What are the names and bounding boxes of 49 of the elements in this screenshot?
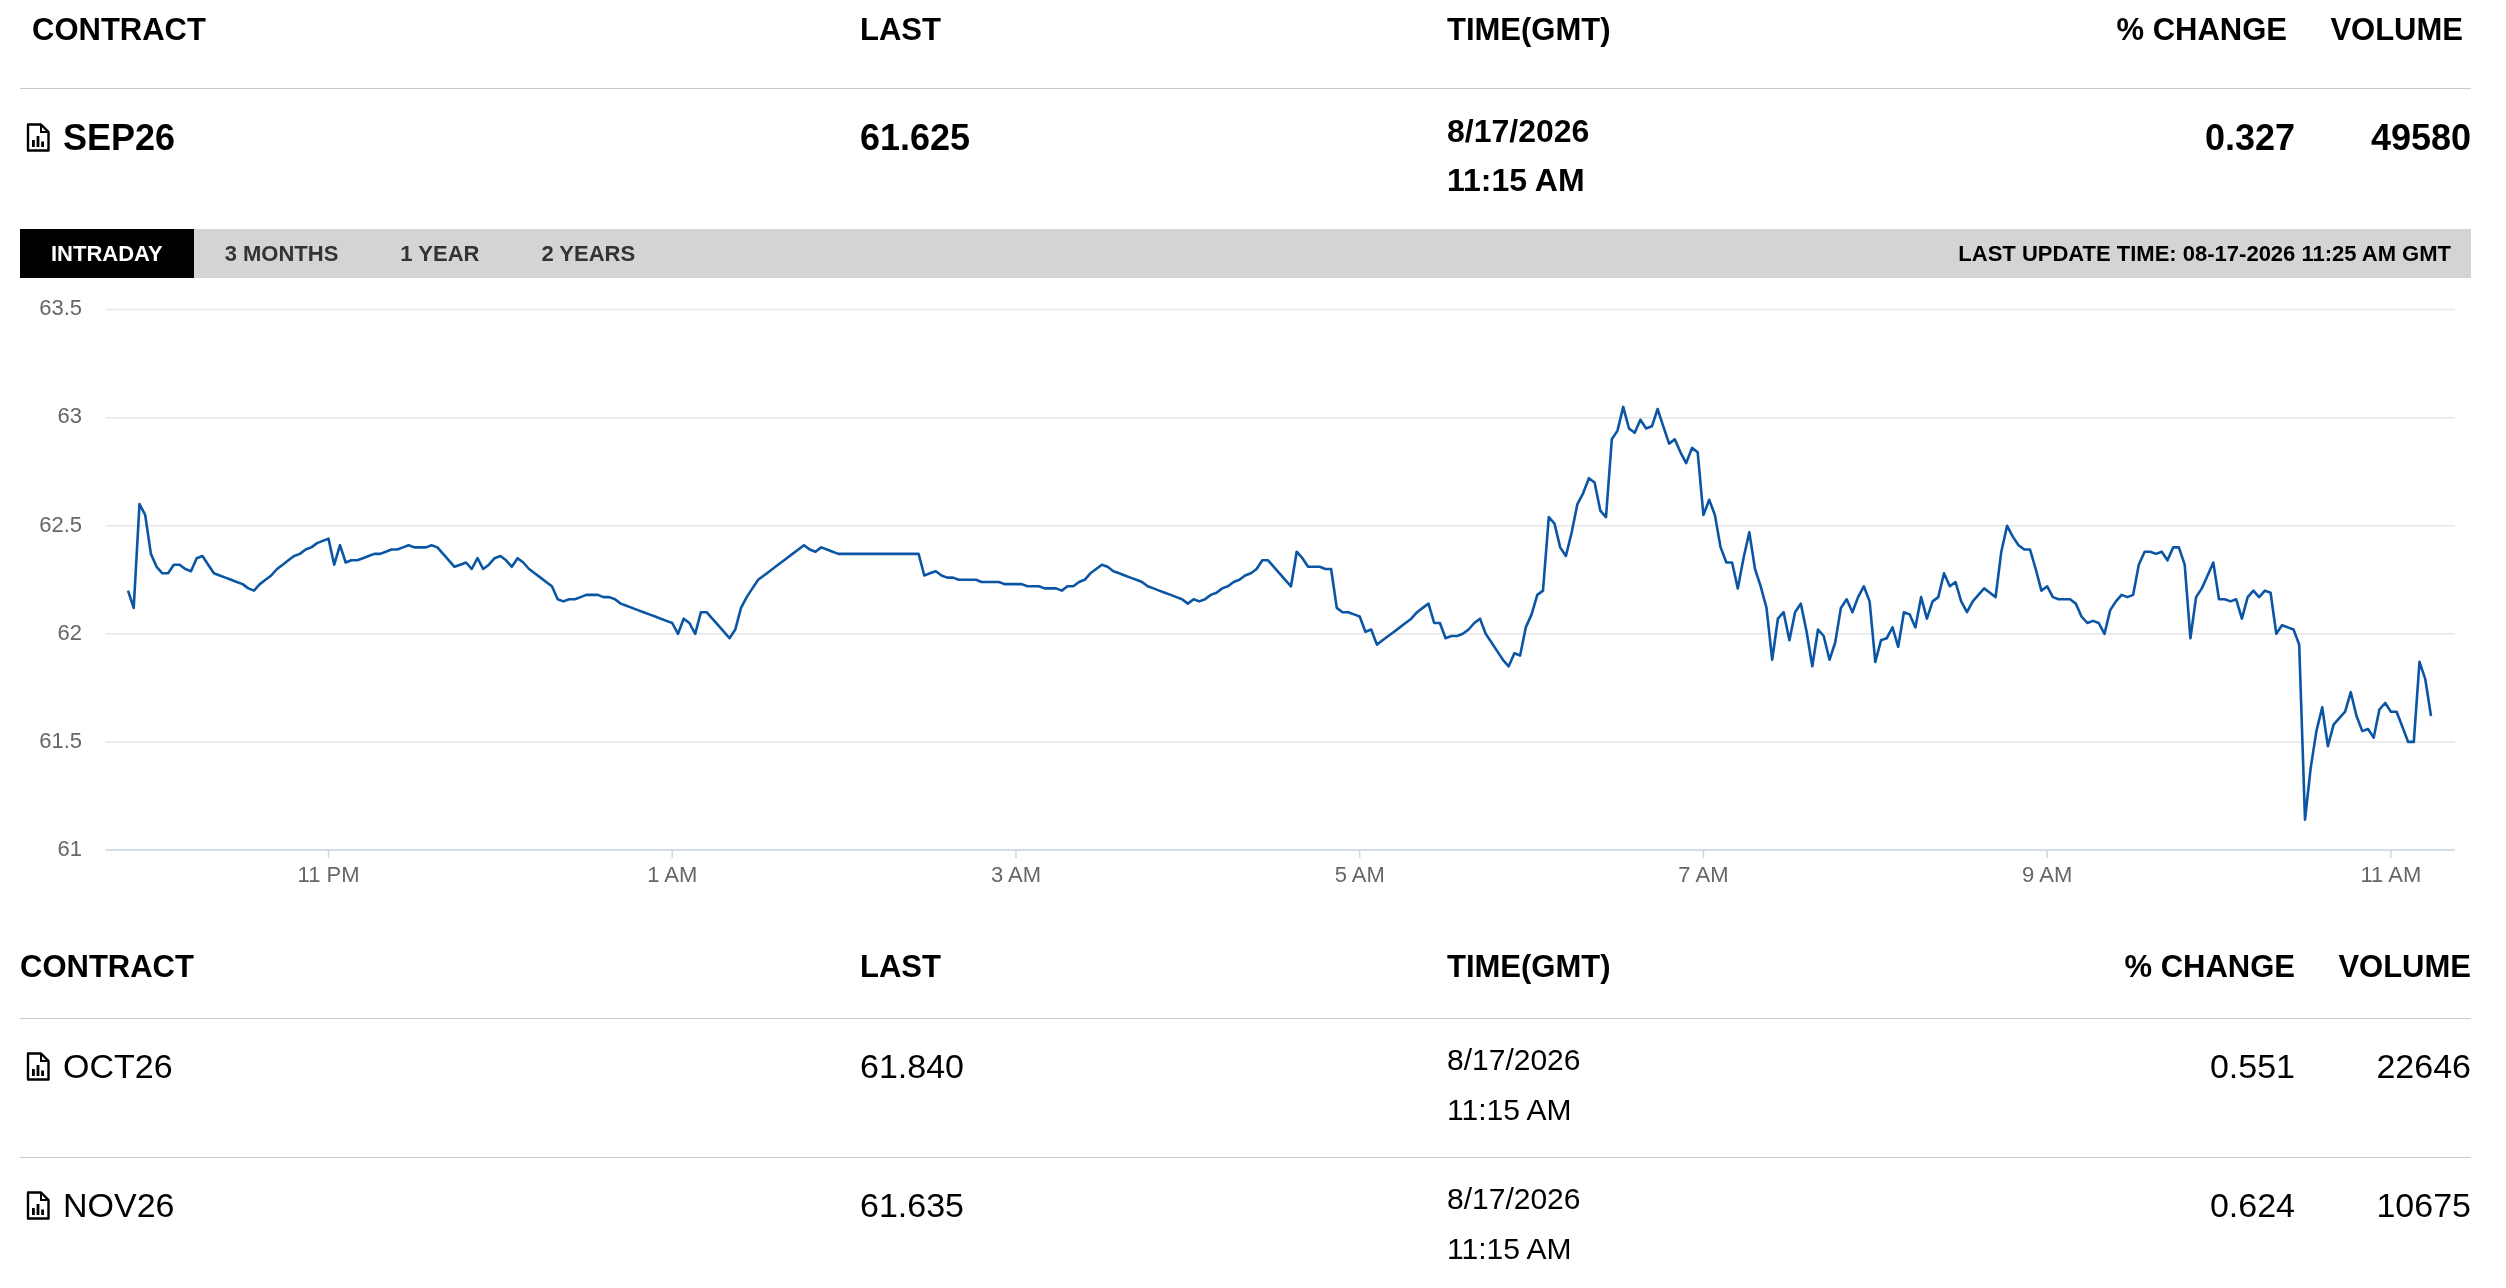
x-axis-label: 9 AM: [2022, 861, 2073, 887]
trade-date: 8/17/2026: [1447, 112, 1590, 151]
trade-time: 11:15 AM: [1447, 161, 1585, 200]
column-header: LAST: [860, 949, 941, 985]
y-axis-label: 62: [57, 619, 82, 645]
column-header: LAST: [860, 12, 941, 48]
volume: 49580: [2370, 116, 2471, 160]
chart-document-icon[interactable]: [26, 1190, 50, 1220]
x-axis-label: 1 AM: [647, 861, 698, 887]
contract-name: OCT26: [63, 1046, 173, 1087]
column-header: TIME(GMT): [1447, 949, 1611, 985]
contract-name: SEP26: [63, 116, 176, 160]
volume: 10675: [2376, 1185, 2471, 1226]
x-axis-label: 11 AM: [2360, 861, 2422, 887]
y-axis-label: 61: [57, 835, 82, 861]
y-axis-label: 61.5: [39, 727, 82, 753]
column-header: TIME(GMT): [1447, 12, 1611, 48]
trade-date: 8/17/2026: [1447, 1042, 1581, 1078]
x-axis-label: 7 AM: [1678, 861, 1729, 887]
column-header: VOLUME: [2330, 12, 2463, 48]
trade-time: 11:15 AM: [1447, 1092, 1572, 1128]
x-axis-label: 3 AM: [990, 861, 1042, 887]
column-header: CONTRACT: [20, 949, 194, 985]
y-axis-label: 63.5: [39, 295, 82, 321]
last-price: 61.840: [860, 1046, 964, 1087]
column-header: VOLUME: [2338, 949, 2471, 985]
range-tab[interactable]: 2 YEARS: [510, 229, 667, 278]
chart-document-icon[interactable]: [26, 1051, 50, 1081]
column-header: % CHANGE: [2124, 949, 2295, 985]
column-header: % CHANGE: [2116, 12, 2287, 48]
range-tab[interactable]: 3 MONTHS: [193, 229, 370, 278]
x-axis-label: 5 AM: [1334, 861, 1385, 887]
x-axis-label: 11 PM: [297, 861, 360, 887]
trade-date: 8/17/2026: [1447, 1181, 1581, 1217]
volume: 22646: [2376, 1046, 2471, 1087]
chart-document-icon[interactable]: [26, 123, 50, 152]
percent-change: 0.327: [2204, 116, 2295, 160]
last-price: 61.625: [860, 116, 971, 160]
last-update-time: LAST UPDATE TIME: 08-17-2026 11:25 AM GMT: [1958, 240, 2451, 267]
trade-time: 11:15 AM: [1447, 1231, 1572, 1267]
column-header: CONTRACT: [32, 12, 206, 48]
range-tab[interactable]: 1 YEAR: [369, 229, 511, 278]
last-price: 61.635: [860, 1185, 964, 1226]
percent-change: 0.551: [2209, 1046, 2295, 1087]
y-axis-label: 62.5: [39, 511, 82, 537]
range-tab[interactable]: INTRADAY: [20, 229, 194, 278]
y-axis-label: 63: [57, 403, 82, 429]
percent-change: 0.624: [2209, 1185, 2295, 1226]
contract-name: NOV26: [63, 1185, 175, 1226]
